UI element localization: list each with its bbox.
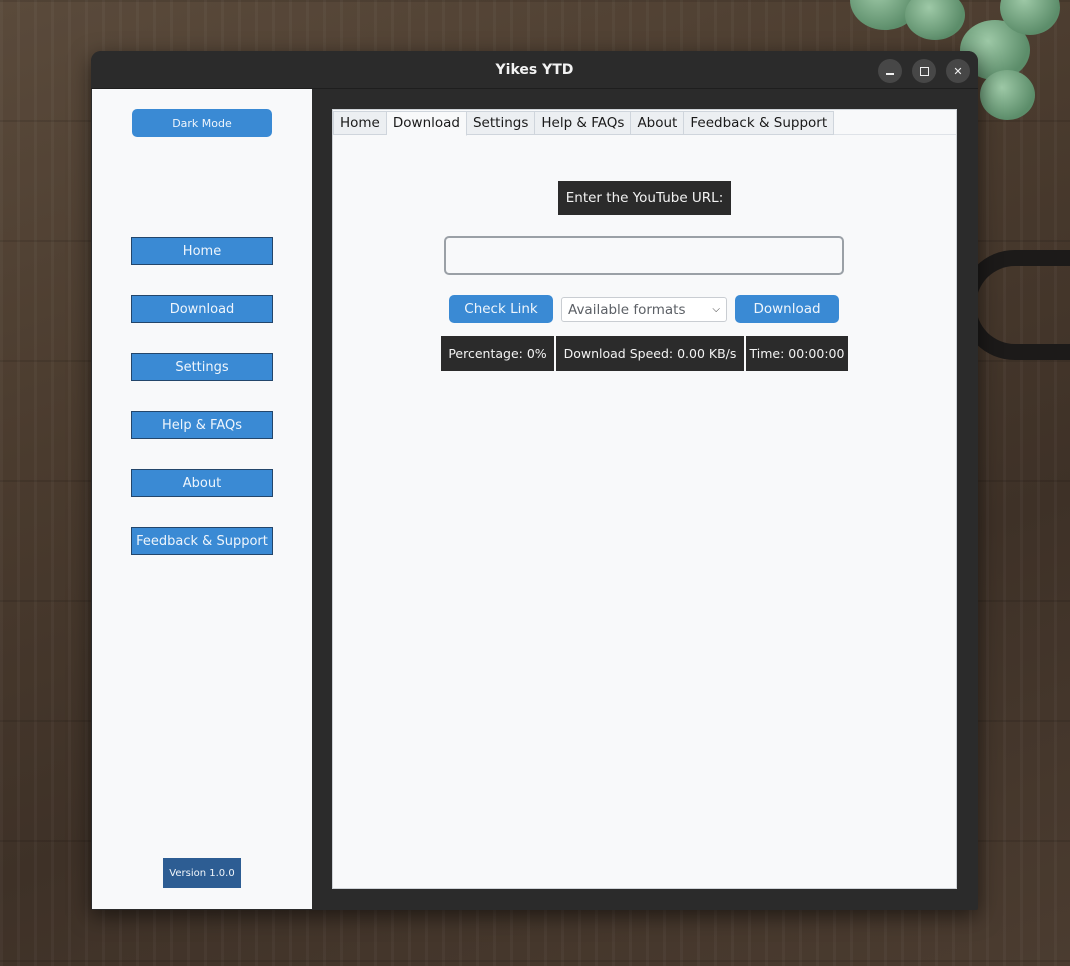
sidebar: Dark Mode Home Download Settings Help & … [92, 89, 312, 909]
chevron-down-icon: ⌵ [712, 304, 720, 315]
close-button[interactable]: ✕ [946, 59, 970, 83]
tab-download[interactable]: Download [386, 111, 467, 136]
tab-bar: Home Download Settings Help & FAQs About… [333, 111, 835, 136]
window-controls: ✕ [878, 59, 970, 83]
formats-select-value: Available formats [568, 301, 686, 318]
version-label: Version 1.0.0 [163, 858, 241, 888]
download-button[interactable]: Download [735, 295, 839, 323]
sidebar-item-settings[interactable]: Settings [131, 353, 273, 381]
maximize-button[interactable] [912, 59, 936, 83]
download-speed-status: Download Speed: 0.00 KB/s [556, 336, 744, 371]
tab-settings[interactable]: Settings [466, 111, 536, 135]
sidebar-item-home[interactable]: Home [131, 237, 273, 265]
sidebar-item-help-faqs[interactable]: Help & FAQs [131, 411, 273, 439]
tab-home[interactable]: Home [333, 111, 387, 135]
window-content: Dark Mode Home Download Settings Help & … [91, 89, 978, 910]
check-link-button[interactable]: Check Link [449, 295, 553, 323]
url-label: Enter the YouTube URL: [558, 181, 731, 215]
tab-help-faqs[interactable]: Help & FAQs [535, 111, 632, 135]
sidebar-item-about[interactable]: About [131, 469, 273, 497]
minimize-button[interactable] [878, 59, 902, 83]
main-panel: Home Download Settings Help & FAQs About… [332, 109, 957, 889]
title-bar[interactable]: Yikes YTD ✕ [91, 51, 978, 89]
tab-about[interactable]: About [631, 111, 685, 135]
window-title: Yikes YTD [495, 61, 574, 78]
percentage-status: Percentage: 0% [441, 336, 554, 371]
tab-feedback-support[interactable]: Feedback & Support [684, 111, 835, 135]
formats-select[interactable]: Available formats ⌵ [561, 297, 727, 322]
dark-mode-button[interactable]: Dark Mode [132, 109, 272, 137]
close-icon: ✕ [953, 64, 963, 78]
app-window: Yikes YTD ✕ Dark Mode Home Download Sett… [91, 51, 978, 910]
sidebar-item-download[interactable]: Download [131, 295, 273, 323]
url-input[interactable] [444, 236, 844, 275]
sidebar-item-feedback-support[interactable]: Feedback & Support [131, 527, 273, 555]
maximize-icon [919, 66, 929, 76]
minimize-icon [886, 73, 894, 75]
time-status: Time: 00:00:00 [746, 336, 848, 371]
